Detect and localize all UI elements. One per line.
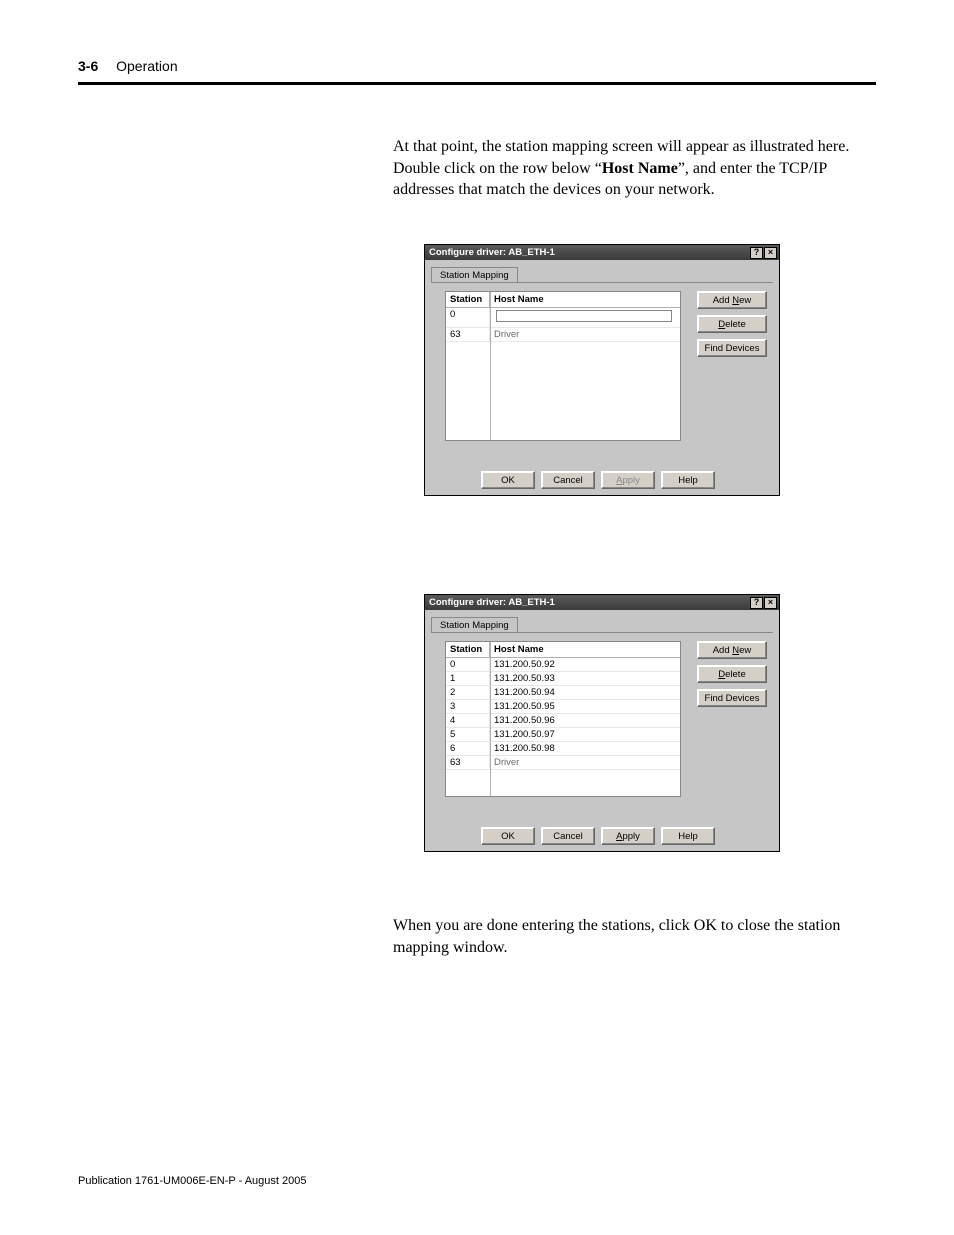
cell-host: 131.200.50.92 xyxy=(490,658,680,671)
cell-station: 0 xyxy=(446,658,490,671)
ok-button[interactable]: OK xyxy=(481,471,535,489)
col-hostname: Host Name xyxy=(490,642,680,657)
close-icon[interactable]: × xyxy=(764,247,777,259)
dialog-title: Configure driver: AB_ETH-1 xyxy=(429,597,555,608)
help-icon[interactable]: ? xyxy=(750,597,763,609)
dialog-titlebar[interactable]: Configure driver: AB_ETH-1 ? × xyxy=(425,595,779,610)
grid-row[interactable]: 2131.200.50.94 xyxy=(446,686,680,700)
grid-header: Station Host Name xyxy=(446,292,680,308)
cell-host: Driver xyxy=(490,756,680,769)
tab-station-mapping[interactable]: Station Mapping xyxy=(431,267,518,283)
cell-station: 63 xyxy=(446,756,490,769)
dialog-side-buttons: Add New Delete Find Devices xyxy=(697,291,767,357)
tab-station-mapping[interactable]: Station Mapping xyxy=(431,617,518,633)
cell-station: 63 xyxy=(446,328,490,341)
column-separator xyxy=(490,642,491,796)
help-icon[interactable]: ? xyxy=(750,247,763,259)
apply-button: Apply xyxy=(601,471,655,489)
cell-station: 3 xyxy=(446,700,490,713)
cell-host: 131.200.50.95 xyxy=(490,700,680,713)
grid-header: Station Host Name xyxy=(446,642,680,658)
col-station: Station xyxy=(446,292,490,307)
col-station: Station xyxy=(446,642,490,657)
find-devices-button[interactable]: Find Devices xyxy=(697,689,767,707)
help-button[interactable]: Help xyxy=(661,471,715,489)
add-new-button[interactable]: Add New xyxy=(697,641,767,659)
header-rule xyxy=(78,82,876,85)
host-edit-box[interactable] xyxy=(496,310,672,322)
column-separator xyxy=(490,292,491,440)
cell-station: 0 xyxy=(446,308,490,327)
station-grid[interactable]: Station Host Name 0131.200.50.92 1131.20… xyxy=(445,641,681,797)
cell-host: 131.200.50.98 xyxy=(490,742,680,755)
tab-underline xyxy=(431,282,773,283)
section-name: Operation xyxy=(116,58,177,74)
cell-host: 131.200.50.93 xyxy=(490,672,680,685)
cell-host: 131.200.50.97 xyxy=(490,728,680,741)
dialog-button-bar: OK Cancel Apply Help xyxy=(425,471,779,489)
dialog-title: Configure driver: AB_ETH-1 xyxy=(429,247,555,258)
cell-host-edit[interactable] xyxy=(490,308,680,327)
cancel-button[interactable]: Cancel xyxy=(541,827,595,845)
body-paragraph-2: When you are done entering the stations,… xyxy=(393,915,873,958)
grid-row[interactable]: 1131.200.50.93 xyxy=(446,672,680,686)
cell-station: 2 xyxy=(446,686,490,699)
page-number: 3-6 xyxy=(78,58,98,74)
station-mapping-dialog-empty: Configure driver: AB_ETH-1 ? × Station M… xyxy=(424,244,780,496)
tab-underline xyxy=(431,632,773,633)
cell-station: 1 xyxy=(446,672,490,685)
cell-host: 131.200.50.96 xyxy=(490,714,680,727)
grid-row[interactable]: 0 xyxy=(446,308,680,328)
grid-row[interactable]: 63Driver xyxy=(446,756,680,770)
grid-row[interactable]: 3131.200.50.95 xyxy=(446,700,680,714)
grid-row[interactable]: 6131.200.50.98 xyxy=(446,742,680,756)
grid-row[interactable]: 0131.200.50.92 xyxy=(446,658,680,672)
dialog-side-buttons: Add New Delete Find Devices xyxy=(697,641,767,707)
dialog-button-bar: OK Cancel Apply Help xyxy=(425,827,779,845)
publication-footer: Publication 1761-UM006E-EN-P - August 20… xyxy=(78,1175,307,1187)
station-grid[interactable]: Station Host Name 0 63 Driver xyxy=(445,291,681,441)
para1-hostname: Host Name xyxy=(602,160,678,177)
cell-host: Driver xyxy=(490,328,680,341)
close-icon[interactable]: × xyxy=(764,597,777,609)
cell-host: 131.200.50.94 xyxy=(490,686,680,699)
find-devices-button[interactable]: Find Devices xyxy=(697,339,767,357)
cell-station: 6 xyxy=(446,742,490,755)
body-paragraph-1: At that point, the station mapping scree… xyxy=(393,136,873,201)
cell-station: 5 xyxy=(446,728,490,741)
cell-station: 4 xyxy=(446,714,490,727)
delete-button[interactable]: Delete xyxy=(697,315,767,333)
delete-button[interactable]: Delete xyxy=(697,665,767,683)
apply-button[interactable]: Apply xyxy=(601,827,655,845)
station-mapping-dialog-filled: Configure driver: AB_ETH-1 ? × Station M… xyxy=(424,594,780,852)
grid-row[interactable]: 63 Driver xyxy=(446,328,680,342)
dialog-titlebar[interactable]: Configure driver: AB_ETH-1 ? × xyxy=(425,245,779,260)
ok-button[interactable]: OK xyxy=(481,827,535,845)
add-new-button[interactable]: Add New xyxy=(697,291,767,309)
col-hostname: Host Name xyxy=(490,292,680,307)
cancel-button[interactable]: Cancel xyxy=(541,471,595,489)
grid-row[interactable]: 4131.200.50.96 xyxy=(446,714,680,728)
grid-row[interactable]: 5131.200.50.97 xyxy=(446,728,680,742)
help-button[interactable]: Help xyxy=(661,827,715,845)
page-header: 3-6 Operation xyxy=(78,58,876,74)
